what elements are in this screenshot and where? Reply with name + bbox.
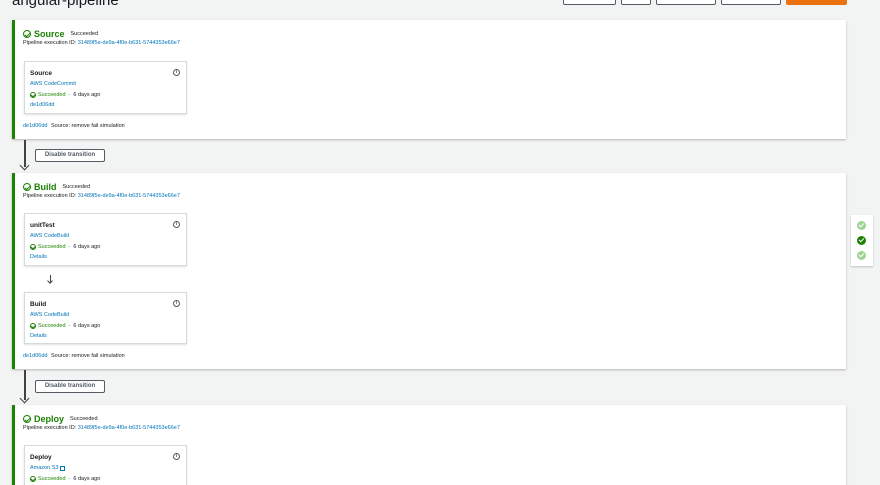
commit-message: Source: remove fail simulation xyxy=(51,353,125,359)
stage-deploy: Deploy Succeeded Pipeline execution ID: … xyxy=(12,405,846,485)
action-details-link[interactable]: Details xyxy=(30,254,47,260)
execution-id-link[interactable]: 31489f5e-de9a-4f0e-b631-5744353e66e7 xyxy=(78,40,180,46)
stage-header: Deploy Succeeded xyxy=(23,414,98,424)
action-status: Succeeded - 6 days ago xyxy=(30,92,100,98)
stage-status: Succeeded xyxy=(70,31,99,37)
action-name: unitTest xyxy=(30,222,55,229)
execution-id-label: Pipeline execution ID: xyxy=(23,193,77,199)
stage-build-indicator-icon[interactable] xyxy=(857,236,866,245)
action-details-link[interactable]: Details xyxy=(30,333,47,339)
check-circle-icon xyxy=(30,476,36,482)
stage-name: Build xyxy=(34,182,57,192)
info-icon[interactable]: i xyxy=(173,69,180,76)
action-status: Succeeded - 6 days ago xyxy=(30,323,100,329)
check-circle-icon xyxy=(30,92,36,98)
action-name: Build xyxy=(30,301,47,308)
commit-message: Source: remove fail simulation xyxy=(51,123,125,129)
check-circle-icon xyxy=(23,415,31,423)
release-change-button[interactable] xyxy=(786,0,847,5)
info-icon[interactable]: i xyxy=(173,300,180,307)
arrow-down-icon xyxy=(50,275,51,282)
action-status: Succeeded - 6 days ago xyxy=(30,476,100,482)
stage-deploy-indicator-icon[interactable] xyxy=(857,251,866,260)
commit-line: de1d06dd Source: remove fail simulation xyxy=(23,123,125,129)
external-link-icon xyxy=(60,465,66,471)
info-icon[interactable]: i xyxy=(173,221,180,228)
stage-name: Deploy xyxy=(34,414,65,424)
check-circle-icon xyxy=(30,244,36,250)
commit-line: de1d06dd Source: remove fail simulation xyxy=(23,353,125,359)
info-icon[interactable]: i xyxy=(173,453,180,460)
execution-id-link[interactable]: 31489f5e-de9a-4f0e-b631-5744353e66e7 xyxy=(78,193,180,199)
stage-source-indicator-icon[interactable] xyxy=(857,221,866,230)
stage-status: Succeeded xyxy=(62,184,91,190)
execution-id-link[interactable]: 31489f5e-de9a-4f0e-b631-5744353e66e7 xyxy=(78,425,180,431)
transition-arrow-icon xyxy=(24,370,26,400)
action-status-text: Succeeded xyxy=(38,476,66,482)
action-status-text: Succeeded xyxy=(38,92,66,98)
action-card-unittest: unitTest i AWS CodeBuild Succeeded - 6 d… xyxy=(24,213,187,266)
action-provider-link[interactable]: AWS CodeBuild xyxy=(30,233,69,239)
commit-id-link[interactable]: de1d06dd xyxy=(23,353,47,359)
action-provider-link[interactable]: AWS CodeCommit xyxy=(30,81,76,87)
transition-arrow-icon xyxy=(24,140,26,167)
stage-overview-panel xyxy=(851,215,873,266)
stage-source: Source Succeeded Pipeline execution ID: … xyxy=(12,20,846,139)
action-name: Deploy xyxy=(30,454,52,461)
page-title: angular-pipeline xyxy=(12,0,119,8)
header-button-1[interactable] xyxy=(563,0,616,5)
action-name: Source xyxy=(30,70,53,77)
execution-id-line: Pipeline execution ID: 31489f5e-de9a-4f0… xyxy=(23,425,180,431)
execution-id-line: Pipeline execution ID: 31489f5e-de9a-4f0… xyxy=(23,193,180,199)
header-button-4[interactable] xyxy=(721,0,781,5)
stage-header: Source Succeeded xyxy=(23,29,98,39)
execution-id-line: Pipeline execution ID: 31489f5e-de9a-4f0… xyxy=(23,40,180,46)
stage-build: Build Succeeded Pipeline execution ID: 3… xyxy=(12,173,846,369)
page-header: angular-pipeline xyxy=(0,0,880,8)
stage-name: Source xyxy=(34,29,65,39)
execution-id-label: Pipeline execution ID: xyxy=(23,40,77,46)
action-status-text: Succeeded xyxy=(38,244,66,250)
action-status-text: Succeeded xyxy=(38,323,66,329)
action-commit-link[interactable]: de1d06dd xyxy=(30,102,54,108)
header-button-3[interactable] xyxy=(656,0,716,5)
stage-header: Build Succeeded xyxy=(23,182,90,192)
stage-status: Succeeded xyxy=(70,416,98,422)
action-provider-text: Amazon S3 xyxy=(30,465,59,471)
commit-id-link[interactable]: de1d06dd xyxy=(23,123,47,129)
disable-transition-button[interactable]: Disable transition xyxy=(35,149,105,162)
action-time: 6 days ago xyxy=(73,92,101,98)
action-card-deploy: Deploy i Amazon S3 Succeeded - 6 days ag… xyxy=(24,445,187,485)
action-time: 6 days ago xyxy=(73,323,101,329)
action-provider-link[interactable]: AWS CodeBuild xyxy=(30,312,69,318)
check-circle-icon xyxy=(23,183,31,191)
disable-transition-button[interactable]: Disable transition xyxy=(35,380,105,393)
check-circle-icon xyxy=(23,30,31,38)
action-time: 6 days ago xyxy=(73,476,101,482)
action-card-source: Source i AWS CodeCommit Succeeded - 6 da… xyxy=(24,61,187,114)
header-button-2[interactable] xyxy=(621,0,651,5)
action-card-build: Build i AWS CodeBuild Succeeded - 6 days… xyxy=(24,292,187,344)
action-time: 6 days ago xyxy=(73,244,101,250)
execution-id-label: Pipeline execution ID: xyxy=(23,425,77,431)
check-circle-icon xyxy=(30,323,36,329)
action-provider-link[interactable]: Amazon S3 xyxy=(30,465,66,471)
action-status: Succeeded - 6 days ago xyxy=(30,244,100,250)
